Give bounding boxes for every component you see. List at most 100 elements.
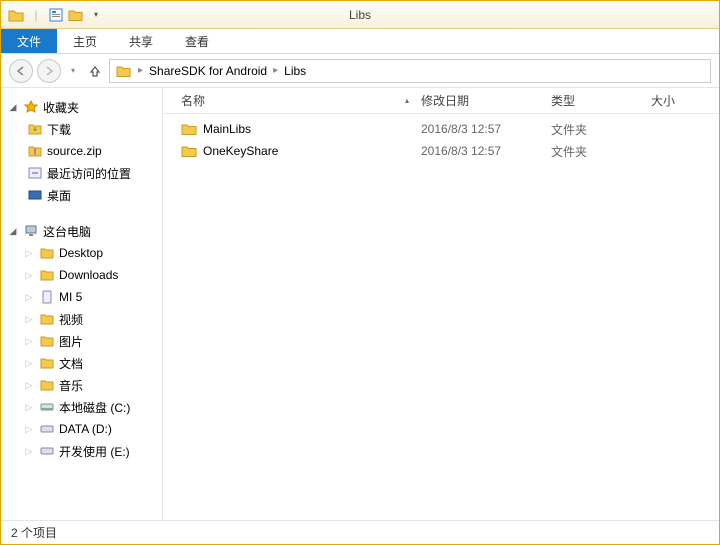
- tab-home[interactable]: 主页: [57, 29, 113, 53]
- drive-icon: [39, 399, 55, 415]
- expand-arrow-icon[interactable]: ▷: [23, 358, 35, 369]
- ribbon-tabs: 文件 主页 共享 查看: [1, 29, 719, 54]
- tree-item-desktop-fav[interactable]: 桌面: [1, 184, 162, 206]
- tree-item-music[interactable]: ▷音乐: [1, 374, 162, 396]
- collapse-arrow-icon[interactable]: ◢: [7, 226, 19, 237]
- tree-item-pictures[interactable]: ▷ 图片: [1, 330, 162, 352]
- expand-arrow-icon[interactable]: ▷: [23, 248, 35, 259]
- expand-arrow-icon[interactable]: ▷: [23, 292, 35, 303]
- up-button[interactable]: [85, 61, 105, 81]
- tree-header-favorites[interactable]: ◢ 收藏夹: [1, 96, 162, 118]
- tree-group-favorites: ◢ 收藏夹 下载 source.zip 最近访问的位置 桌面: [1, 96, 162, 206]
- chevron-right-icon[interactable]: ▸: [271, 65, 280, 76]
- main-area: ◢ 收藏夹 下载 source.zip 最近访问的位置 桌面: [1, 88, 719, 520]
- tree-item-downloads-fav[interactable]: 下载: [1, 118, 162, 140]
- tree-item-documents[interactable]: ▷文档: [1, 352, 162, 374]
- tab-file[interactable]: 文件: [1, 29, 57, 53]
- tree-item-drive-c[interactable]: ▷ 本地磁盘 (C:): [1, 396, 162, 418]
- chevron-right-icon[interactable]: ▸: [136, 65, 145, 76]
- tree-label: 本地磁盘 (C:): [59, 399, 130, 416]
- window-title: Libs: [349, 8, 371, 22]
- file-name-cell: MainLibs: [175, 122, 415, 136]
- tree-label: 下载: [47, 121, 71, 138]
- breadcrumb-bar[interactable]: ▸ ShareSDK for Android ▸ Libs: [109, 59, 711, 83]
- folder-icon: [39, 311, 55, 327]
- recent-icon: [27, 165, 43, 181]
- phone-icon: [39, 289, 55, 305]
- tree-item-videos[interactable]: ▷ 视频: [1, 308, 162, 330]
- folder-icon: [39, 333, 55, 349]
- expand-arrow-icon[interactable]: ▷: [23, 380, 35, 391]
- breadcrumb-item-0[interactable]: ShareSDK for Android: [145, 64, 271, 78]
- tree-group-thispc: ◢ 这台电脑 ▷ Desktop ▷ Downloads ▷ MI 5 ▷ 视频 ▷ 图片…: [1, 220, 162, 462]
- drive-icon: [39, 421, 55, 437]
- title-bar: | ▾ Libs: [1, 1, 719, 29]
- address-bar-row: ▾ ▸ ShareSDK for Android ▸ Libs: [1, 54, 719, 88]
- drive-icon: [39, 443, 55, 459]
- folder-icon: [39, 245, 55, 261]
- file-row[interactable]: OneKeyShare 2016/8/3 12:57 文件夹: [163, 140, 719, 162]
- tree-label: 开发使用 (E:): [59, 443, 130, 460]
- tab-view[interactable]: 查看: [169, 29, 225, 53]
- expand-arrow-icon[interactable]: ▷: [23, 314, 35, 325]
- recent-dropdown[interactable]: ▾: [65, 63, 81, 79]
- zip-icon: [27, 143, 43, 159]
- collapse-arrow-icon[interactable]: ◢: [7, 102, 19, 113]
- new-folder-icon[interactable]: [67, 6, 85, 24]
- column-date[interactable]: 修改日期: [415, 92, 545, 109]
- folder-icon: [39, 355, 55, 371]
- tab-share[interactable]: 共享: [113, 29, 169, 53]
- tree-item-drive-d[interactable]: ▷ DATA (D:): [1, 418, 162, 440]
- expand-arrow-icon[interactable]: ▷: [23, 424, 35, 435]
- tree-label: Desktop: [59, 246, 103, 260]
- tree-item-drive-e[interactable]: ▷ 开发使用 (E:): [1, 440, 162, 462]
- properties-icon[interactable]: [47, 6, 65, 24]
- file-name: OneKeyShare: [203, 144, 278, 158]
- navigation-pane[interactable]: ◢ 收藏夹 下载 source.zip 最近访问的位置 桌面: [1, 88, 163, 520]
- expand-arrow-icon[interactable]: ▷: [23, 270, 35, 281]
- column-size[interactable]: 大小: [645, 92, 705, 109]
- tree-label: MI 5: [59, 290, 82, 304]
- breadcrumb-root-icon[interactable]: [112, 64, 136, 78]
- tree-label: 视频: [59, 311, 83, 328]
- tree-label: 这台电脑: [43, 223, 91, 240]
- quick-access-toolbar: | ▾: [1, 6, 111, 24]
- folder-icon: [39, 377, 55, 393]
- tree-label: 收藏夹: [43, 99, 79, 116]
- file-name: MainLibs: [203, 122, 251, 136]
- tree-item-recent[interactable]: 最近访问的位置: [1, 162, 162, 184]
- tree-label: 桌面: [47, 187, 71, 204]
- sort-ascending-icon: ▴: [405, 96, 409, 105]
- column-type[interactable]: 类型: [545, 92, 645, 109]
- file-name-cell: OneKeyShare: [175, 144, 415, 158]
- folder-icon: [181, 144, 197, 158]
- expand-arrow-icon[interactable]: ▷: [23, 402, 35, 413]
- forward-button[interactable]: [37, 59, 61, 83]
- column-name-label: 名称: [181, 92, 205, 109]
- status-text: 2 个项目: [11, 524, 57, 541]
- tree-label: DATA (D:): [59, 422, 112, 436]
- back-button[interactable]: [9, 59, 33, 83]
- computer-icon: [23, 223, 39, 239]
- file-type: 文件夹: [545, 143, 645, 160]
- file-list-pane: 名称 ▴ 修改日期 类型 大小 MainLibs 2016/8/3 12:57 …: [163, 88, 719, 520]
- tree-item-desktop[interactable]: ▷ Desktop: [1, 242, 162, 264]
- star-icon: [23, 99, 39, 115]
- tree-label: source.zip: [47, 144, 102, 158]
- tree-item-source-zip[interactable]: source.zip: [1, 140, 162, 162]
- folder-icon: [181, 122, 197, 136]
- tree-label: 图片: [59, 333, 83, 350]
- qat-dropdown-icon[interactable]: ▾: [87, 6, 105, 24]
- tree-item-downloads[interactable]: ▷ Downloads: [1, 264, 162, 286]
- expand-arrow-icon[interactable]: ▷: [23, 336, 35, 347]
- tree-label: Downloads: [59, 268, 118, 282]
- expand-arrow-icon[interactable]: ▷: [23, 446, 35, 457]
- tree-item-mi5[interactable]: ▷ MI 5: [1, 286, 162, 308]
- tree-header-thispc[interactable]: ◢ 这台电脑: [1, 220, 162, 242]
- breadcrumb-item-1[interactable]: Libs: [280, 64, 310, 78]
- folder-icon: [7, 6, 25, 24]
- file-rows[interactable]: MainLibs 2016/8/3 12:57 文件夹 OneKeyShare …: [163, 114, 719, 520]
- file-row[interactable]: MainLibs 2016/8/3 12:57 文件夹: [163, 118, 719, 140]
- file-type: 文件夹: [545, 121, 645, 138]
- column-name[interactable]: 名称 ▴: [175, 92, 415, 109]
